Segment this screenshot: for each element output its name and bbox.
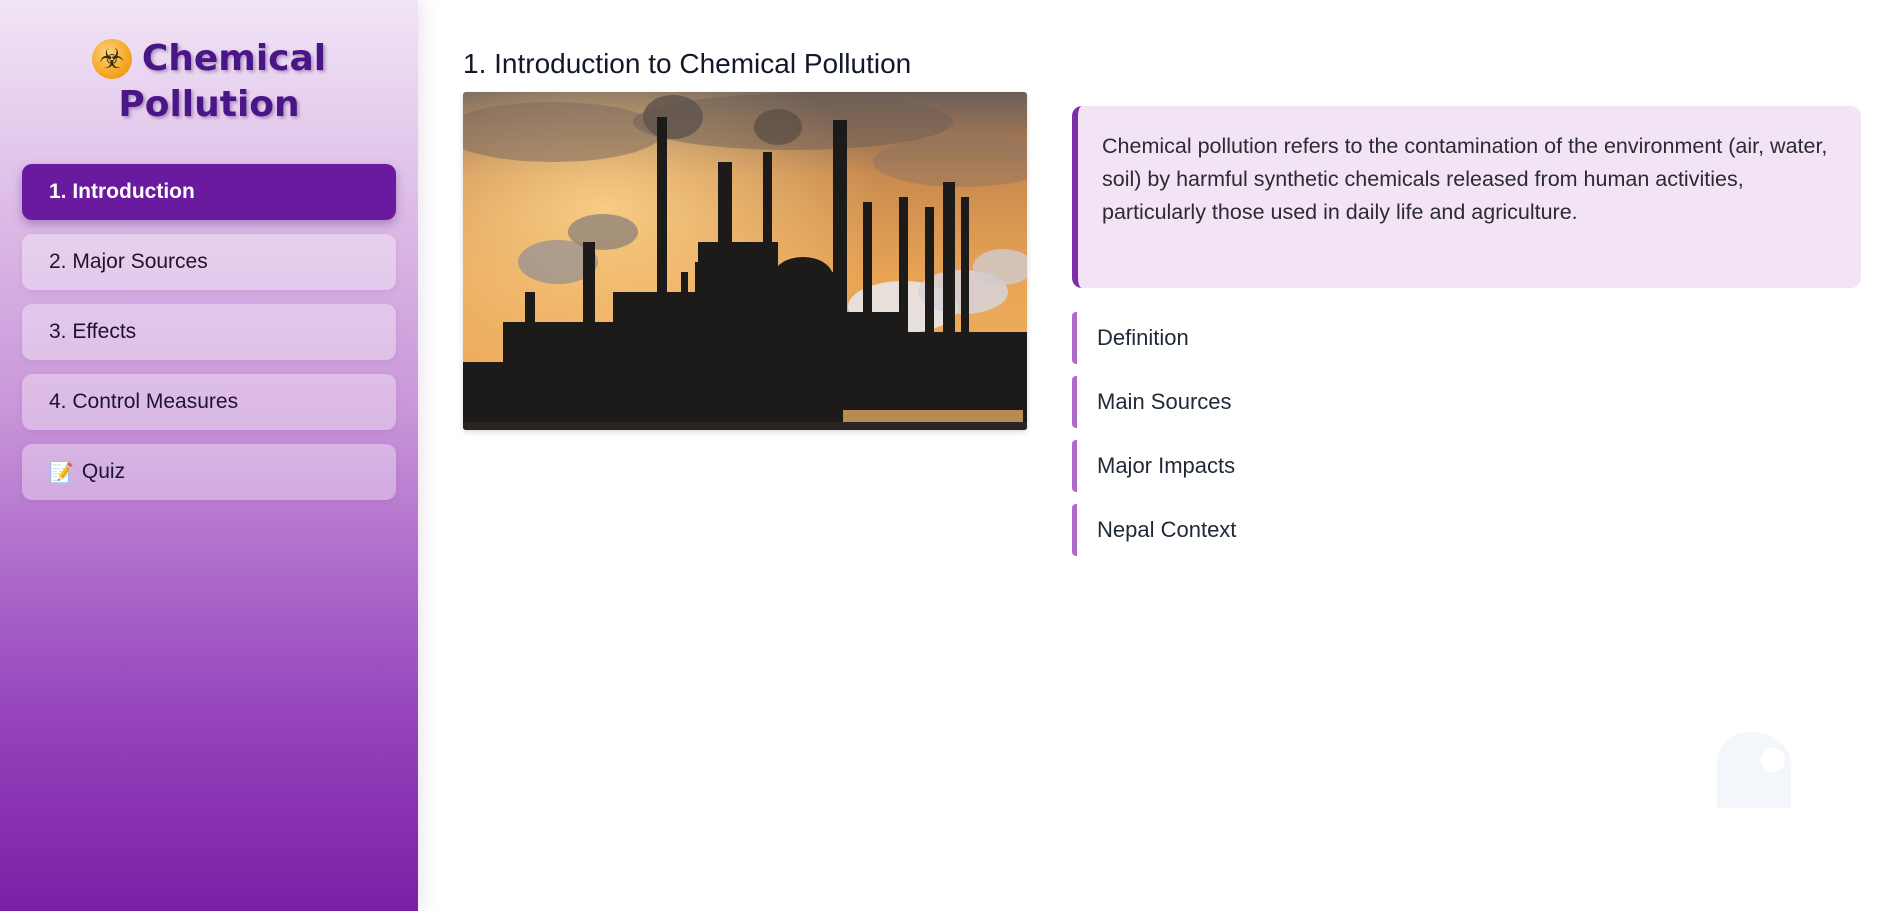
sidebar-item-introduction[interactable]: 1. Introduction <box>22 164 396 220</box>
memo-icon: 📝 <box>49 460 74 484</box>
brand: ☣ Chemical Pollution <box>22 36 396 128</box>
topic-main-sources[interactable]: Main Sources <box>1072 376 1861 428</box>
main-content: 1. Introduction to Chemical Pollution Ch… <box>418 0 1902 911</box>
page-title: 1. Introduction to Chemical Pollution <box>463 48 912 79</box>
topic-major-impacts[interactable]: Major Impacts <box>1072 440 1861 492</box>
refinery-illustration <box>463 92 1027 430</box>
topic-list: Definition Main Sources Major Impacts Ne… <box>1072 312 1861 556</box>
sidebar-item-label: 2. Major Sources <box>49 250 208 273</box>
topic-definition[interactable]: Definition <box>1072 312 1861 364</box>
topic-label: Nepal Context <box>1097 517 1237 542</box>
biohazard-icon: ☣ <box>91 39 132 79</box>
app-root: ☣ Chemical Pollution 1. Introduction 2. … <box>0 0 1902 911</box>
sidebar-item-control-measures[interactable]: 4. Control Measures <box>22 374 396 430</box>
sidebar: ☣ Chemical Pollution 1. Introduction 2. … <box>0 0 418 911</box>
sidebar-item-label: 3. Effects <box>49 320 137 343</box>
sidebar-item-label: 4. Control Measures <box>49 390 239 413</box>
sidebar-item-quiz[interactable]: 📝 Quiz <box>22 444 396 500</box>
definition-card: Chemical pollution refers to the contami… <box>1072 106 1861 288</box>
topic-label: Main Sources <box>1097 389 1232 414</box>
topic-nepal-context[interactable]: Nepal Context <box>1072 504 1861 556</box>
brand-row: ☣ Chemical <box>91 36 327 82</box>
sidebar-item-label: Quiz <box>81 460 126 483</box>
content-row: Chemical pollution refers to the contami… <box>463 92 1902 556</box>
topic-label: Definition <box>1097 325 1189 350</box>
faded-chat-icon <box>1717 731 1791 808</box>
sidebar-item-label: 1. Introduction <box>49 180 195 203</box>
brand-title-line1: Chemical <box>141 38 327 79</box>
info-column: Chemical pollution refers to the contami… <box>1072 92 1861 556</box>
brand-title-line2: Pollution <box>118 84 300 125</box>
sidebar-item-effects[interactable]: 3. Effects <box>22 304 396 360</box>
topic-label: Major Impacts <box>1097 453 1236 478</box>
sidebar-nav: 1. Introduction 2. Major Sources 3. Effe… <box>22 164 396 500</box>
sidebar-item-major-sources[interactable]: 2. Major Sources <box>22 234 396 290</box>
definition-text: Chemical pollution refers to the contami… <box>1102 134 1828 224</box>
hero-image <box>463 92 1027 430</box>
